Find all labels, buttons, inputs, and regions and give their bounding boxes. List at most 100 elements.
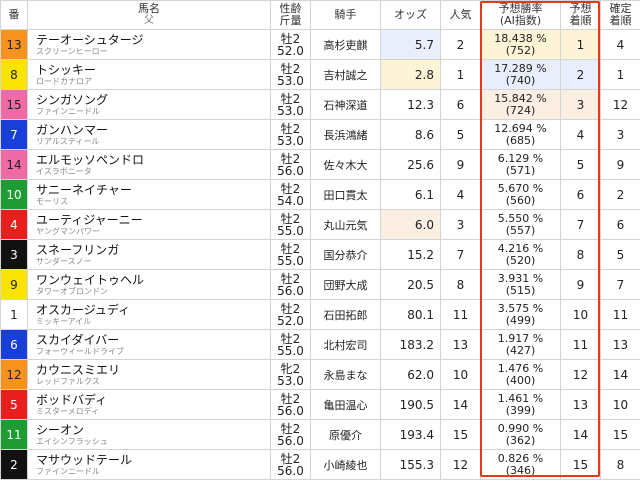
odds-value: 20.5 xyxy=(380,269,441,300)
ai-index: (740) xyxy=(505,73,536,87)
win-rate-cell: 5.670 % (560) xyxy=(480,179,561,210)
carried-weight: 53.0 xyxy=(277,373,304,388)
sexage-cell: 牡2 56.0 xyxy=(270,149,311,180)
final-rank: 6 xyxy=(600,209,640,240)
win-rate-cell: 6.129 % (571) xyxy=(480,149,561,180)
predicted-rank: 1 xyxy=(560,29,601,60)
horse-name-link[interactable]: スネーフリンガ xyxy=(36,243,270,257)
sex-age: 牡2 xyxy=(280,211,301,226)
popularity-rank: 9 xyxy=(440,149,481,180)
horse-number: 3 xyxy=(0,239,28,270)
sire-name: タワーオブロンドン xyxy=(36,286,108,296)
horse-number: 15 xyxy=(0,89,28,120)
win-rate: 0.990 % xyxy=(497,421,544,435)
win-rate-cell: 3.931 % (515) xyxy=(480,269,561,300)
header-pop: 人気 xyxy=(440,0,481,30)
win-rate-cell: 1.917 % (427) xyxy=(480,329,561,360)
jockey-name: 高杉吏麒 xyxy=(310,29,381,60)
final-rank: 3 xyxy=(600,119,640,150)
horse-cell: エルモッソペンドロ イスラボニータ xyxy=(27,149,271,180)
horse-number: 5 xyxy=(0,389,28,420)
header-pred-sub: 着順 xyxy=(569,14,592,27)
jockey-name: 団野大成 xyxy=(310,269,381,300)
ai-index: (724) xyxy=(505,103,536,117)
horse-name-link[interactable]: テーオーシュタージ xyxy=(36,33,270,47)
sire-name: イスラボニータ xyxy=(36,166,92,176)
horse-name-link[interactable]: シーオン xyxy=(36,423,270,437)
horse-number: 2 xyxy=(0,449,28,480)
jockey-name: 石田拓郎 xyxy=(310,299,381,330)
win-rate: 1.917 % xyxy=(497,331,544,345)
win-rate-cell: 18.438 % (752) xyxy=(480,29,561,60)
carried-weight: 52.0 xyxy=(277,313,304,328)
odds-value: 25.6 xyxy=(380,149,441,180)
sexage-cell: 牡2 56.0 xyxy=(270,419,311,450)
table-row: 15 シンガソング ファインニードル 牡2 53.0 石神深道 12.3 6 1… xyxy=(0,89,640,120)
horse-number: 4 xyxy=(0,209,28,240)
sire-name: ミッキーアイル xyxy=(36,316,92,326)
header-weight-label: 斤量 xyxy=(279,14,302,27)
header-sexage: 性齢 斤量 xyxy=(270,0,311,30)
sexage-cell: 牡2 53.0 xyxy=(270,119,311,150)
win-rate: 1.476 % xyxy=(497,361,544,375)
horse-name-link[interactable]: サニーネイチャー xyxy=(36,183,270,197)
horse-name-link[interactable]: スカイダイバー xyxy=(36,333,270,347)
final-rank: 14 xyxy=(600,359,640,390)
horse-cell: スカイダイバー フォーウィールドライブ xyxy=(27,329,271,360)
ai-index: (515) xyxy=(505,283,536,297)
ai-index: (499) xyxy=(505,313,536,327)
sire-name: ファインニードル xyxy=(36,106,100,116)
horse-name-link[interactable]: カウニスミエリ xyxy=(36,363,270,377)
win-rate: 6.129 % xyxy=(497,151,544,165)
jockey-name: 永島まな xyxy=(310,359,381,390)
final-rank: 1 xyxy=(600,59,640,90)
table-row: 8 トシッキー ロードカナロア 牡2 53.0 吉村誠之 2.8 1 17.28… xyxy=(0,59,640,90)
jockey-name: 田口貫太 xyxy=(310,179,381,210)
predicted-rank: 4 xyxy=(560,119,601,150)
ai-index: (400) xyxy=(505,373,536,387)
header-rate: 予想勝率 (AI指数) xyxy=(480,0,561,30)
horse-number: 14 xyxy=(0,149,28,180)
odds-value: 12.3 xyxy=(380,89,441,120)
horse-name-link[interactable]: シンガソング xyxy=(36,93,270,107)
sire-name: ファインニードル xyxy=(36,466,100,476)
sexage-cell: 牡2 54.0 xyxy=(270,179,311,210)
horse-name-link[interactable]: エルモッソペンドロ xyxy=(36,153,270,167)
jockey-name: 長浜鴻緒 xyxy=(310,119,381,150)
sire-name: スクリーンヒーロー xyxy=(36,46,108,56)
horse-name-link[interactable]: ワンウェイトゥヘル xyxy=(36,273,270,287)
horse-cell: テーオーシュタージ スクリーンヒーロー xyxy=(27,29,271,60)
horse-name-link[interactable]: ユーティジャーニー xyxy=(36,213,270,227)
jockey-name: 佐々木大 xyxy=(310,149,381,180)
horse-name-link[interactable]: トシッキー xyxy=(36,63,270,77)
carried-weight: 53.0 xyxy=(277,73,304,88)
sire-name: モーリス xyxy=(36,196,68,206)
carried-weight: 52.0 xyxy=(277,43,304,58)
popularity-rank: 13 xyxy=(440,329,481,360)
odds-value: 190.5 xyxy=(380,389,441,420)
horse-name-link[interactable]: マサウッドテール xyxy=(36,453,270,467)
header-row: 番 馬名 父 性齢 斤量 騎手 オッズ 人気 予想勝率 (AI指数) 予想 着順… xyxy=(0,0,640,30)
horse-name-link[interactable]: オスカージュディ xyxy=(36,303,270,317)
sex-age: 牡2 xyxy=(280,61,301,76)
jockey-name: 丸山元気 xyxy=(310,209,381,240)
table-row: 6 スカイダイバー フォーウィールドライブ 牡2 55.0 北村宏司 183.2… xyxy=(0,329,640,360)
horse-name-link[interactable]: ガンハンマー xyxy=(36,123,270,137)
table-row: 10 サニーネイチャー モーリス 牡2 54.0 田口貫太 6.1 4 5.67… xyxy=(0,179,640,210)
horse-number: 9 xyxy=(0,269,28,300)
table-row: 3 スネーフリンガ サンダースノー 牡2 55.0 国分恭介 15.2 7 4.… xyxy=(0,239,640,270)
header-odds: オッズ xyxy=(380,0,441,30)
odds-value: 183.2 xyxy=(380,329,441,360)
horse-name-link[interactable]: ボッドバディ xyxy=(36,393,270,407)
sexage-cell: 牡2 52.0 xyxy=(270,29,311,60)
carried-weight: 56.0 xyxy=(277,163,304,178)
jockey-name: 石神深道 xyxy=(310,89,381,120)
sire-name: エイシンフラッシュ xyxy=(36,436,108,446)
table-row: 5 ボッドバディ ミスターメロディ 牡2 56.0 亀田温心 190.5 14 … xyxy=(0,389,640,420)
horse-number: 6 xyxy=(0,329,28,360)
horse-number: 8 xyxy=(0,59,28,90)
horse-cell: マサウッドテール ファインニードル xyxy=(27,449,271,480)
sex-age: 牡2 xyxy=(280,331,301,346)
horse-number: 1 xyxy=(0,299,28,330)
odds-value: 2.8 xyxy=(380,59,441,90)
